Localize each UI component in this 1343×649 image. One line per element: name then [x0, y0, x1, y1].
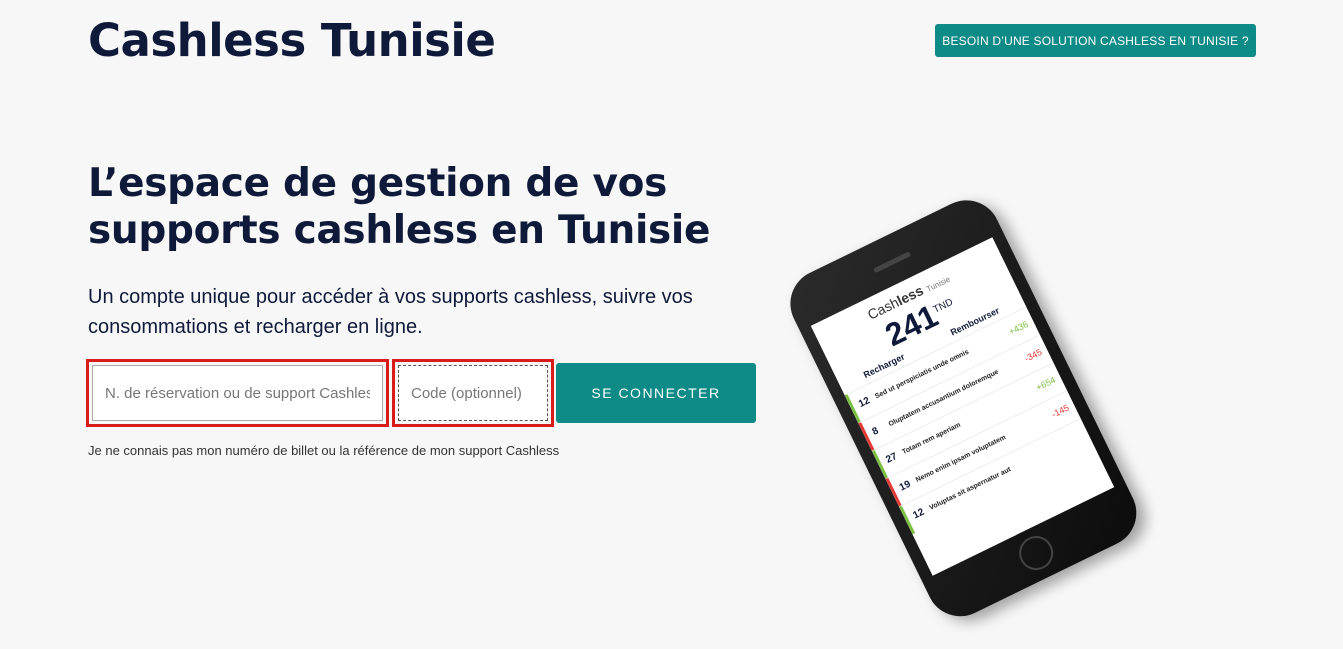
page-subtitle: Un compte unique pour accéder à vos supp…	[88, 286, 693, 338]
code-field-highlight	[392, 359, 554, 427]
phone-body: Cashless Tunisie 241TND Recharger Rembou…	[778, 188, 1148, 628]
phone-speaker	[873, 251, 912, 274]
code-input[interactable]	[398, 365, 548, 421]
phone-screen: Cashless Tunisie 241TND Recharger Rembou…	[810, 237, 1115, 576]
reservation-field-highlight	[86, 359, 389, 427]
page-title: L’espace de gestion de vos supports cash…	[88, 161, 711, 253]
home-button-icon	[1013, 530, 1059, 576]
site-logo[interactable]: Cashless Tunisie	[88, 14, 496, 67]
reservation-number-input[interactable]	[92, 365, 383, 421]
phone-illustration: Cashless Tunisie 241TND Recharger Rembou…	[741, 175, 1189, 630]
login-button[interactable]: SE CONNECTER	[556, 363, 756, 423]
forgot-reference-link[interactable]: Je ne connais pas mon numéro de billet o…	[88, 443, 559, 458]
cashless-solution-button[interactable]: BESOIN D’UNE SOLUTION CASHLESS EN TUNISI…	[935, 24, 1256, 57]
